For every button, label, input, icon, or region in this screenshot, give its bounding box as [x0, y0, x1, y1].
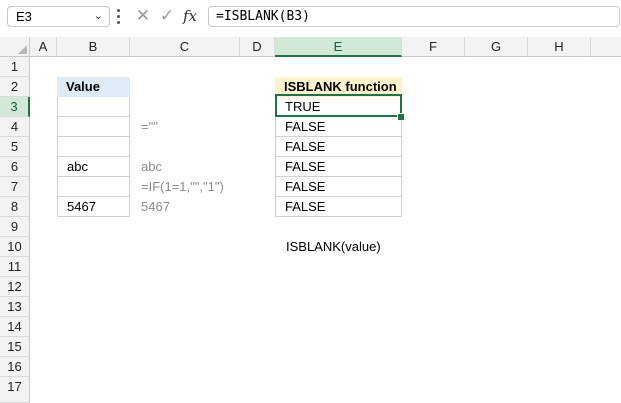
- more-options-icon[interactable]: [117, 9, 121, 24]
- chevron-down-icon[interactable]: ⌄: [94, 7, 103, 26]
- formula-input[interactable]: =ISBLANK(B3): [208, 6, 620, 27]
- cell-b2-header[interactable]: Value: [57, 77, 130, 97]
- cell-e6[interactable]: FALSE: [275, 157, 402, 177]
- cell-e4[interactable]: FALSE: [275, 117, 402, 137]
- column-header-h[interactable]: H: [528, 37, 591, 57]
- row-header-16[interactable]: 16: [0, 357, 30, 377]
- cell-b5[interactable]: [57, 137, 130, 157]
- column-header-c[interactable]: C: [130, 37, 240, 57]
- row-header-10[interactable]: 10: [0, 237, 30, 257]
- cell-c4[interactable]: ="": [132, 117, 272, 137]
- cell-e8[interactable]: FALSE: [275, 197, 402, 217]
- row-header-12[interactable]: 12: [0, 277, 30, 297]
- row-header-6[interactable]: 6: [0, 157, 30, 177]
- cancel-icon[interactable]: ✕: [133, 5, 153, 27]
- fill-handle[interactable]: [397, 113, 405, 121]
- column-header-e[interactable]: E: [275, 37, 402, 57]
- column-header-a[interactable]: A: [30, 37, 57, 57]
- cell-b6[interactable]: abc: [57, 157, 130, 177]
- row-header-4[interactable]: 4: [0, 117, 30, 137]
- row-header-8[interactable]: 8: [0, 197, 30, 217]
- column-header-overflow: [591, 37, 621, 57]
- row-header-9[interactable]: 9: [0, 217, 30, 237]
- cell-c7[interactable]: =IF(1=1,"","1"): [132, 177, 272, 197]
- cell-e5[interactable]: FALSE: [275, 137, 402, 157]
- cell-b4[interactable]: [57, 117, 130, 137]
- cell-b3[interactable]: [57, 97, 130, 117]
- row-header-15[interactable]: 15: [0, 337, 30, 357]
- cell-c8[interactable]: 5467: [132, 197, 272, 217]
- row-header-17[interactable]: 17: [0, 377, 30, 403]
- check-icon[interactable]: ✓: [157, 5, 177, 27]
- row-header-2[interactable]: 2: [0, 77, 30, 97]
- formula-bar-area: E3 ⌄ ✕ ✓ fx =ISBLANK(B3): [0, 0, 621, 34]
- column-header-f[interactable]: F: [402, 37, 465, 57]
- column-header-d[interactable]: D: [240, 37, 275, 57]
- column-header-g[interactable]: G: [465, 37, 528, 57]
- column-header-b[interactable]: B: [57, 37, 130, 57]
- select-all-button[interactable]: [0, 37, 30, 57]
- active-cell-border: [275, 94, 402, 117]
- row-header-7[interactable]: 7: [0, 177, 30, 197]
- row-header-13[interactable]: 13: [0, 297, 30, 317]
- name-box[interactable]: E3 ⌄: [7, 6, 110, 27]
- row-header-11[interactable]: 11: [0, 257, 30, 277]
- cell-b7[interactable]: [57, 177, 130, 197]
- cell-c6[interactable]: abc: [132, 157, 272, 177]
- cell-b8[interactable]: 5467: [57, 197, 130, 217]
- row-header-5[interactable]: 5: [0, 137, 30, 157]
- cell-e10[interactable]: ISBLANK(value): [277, 237, 477, 257]
- name-box-value: E3: [16, 9, 32, 24]
- insert-function-icon[interactable]: fx: [183, 5, 197, 27]
- row-header-3[interactable]: 3: [0, 97, 30, 117]
- row-header-1[interactable]: 1: [0, 57, 30, 77]
- cell-e7[interactable]: FALSE: [275, 177, 402, 197]
- row-header-14[interactable]: 14: [0, 317, 30, 337]
